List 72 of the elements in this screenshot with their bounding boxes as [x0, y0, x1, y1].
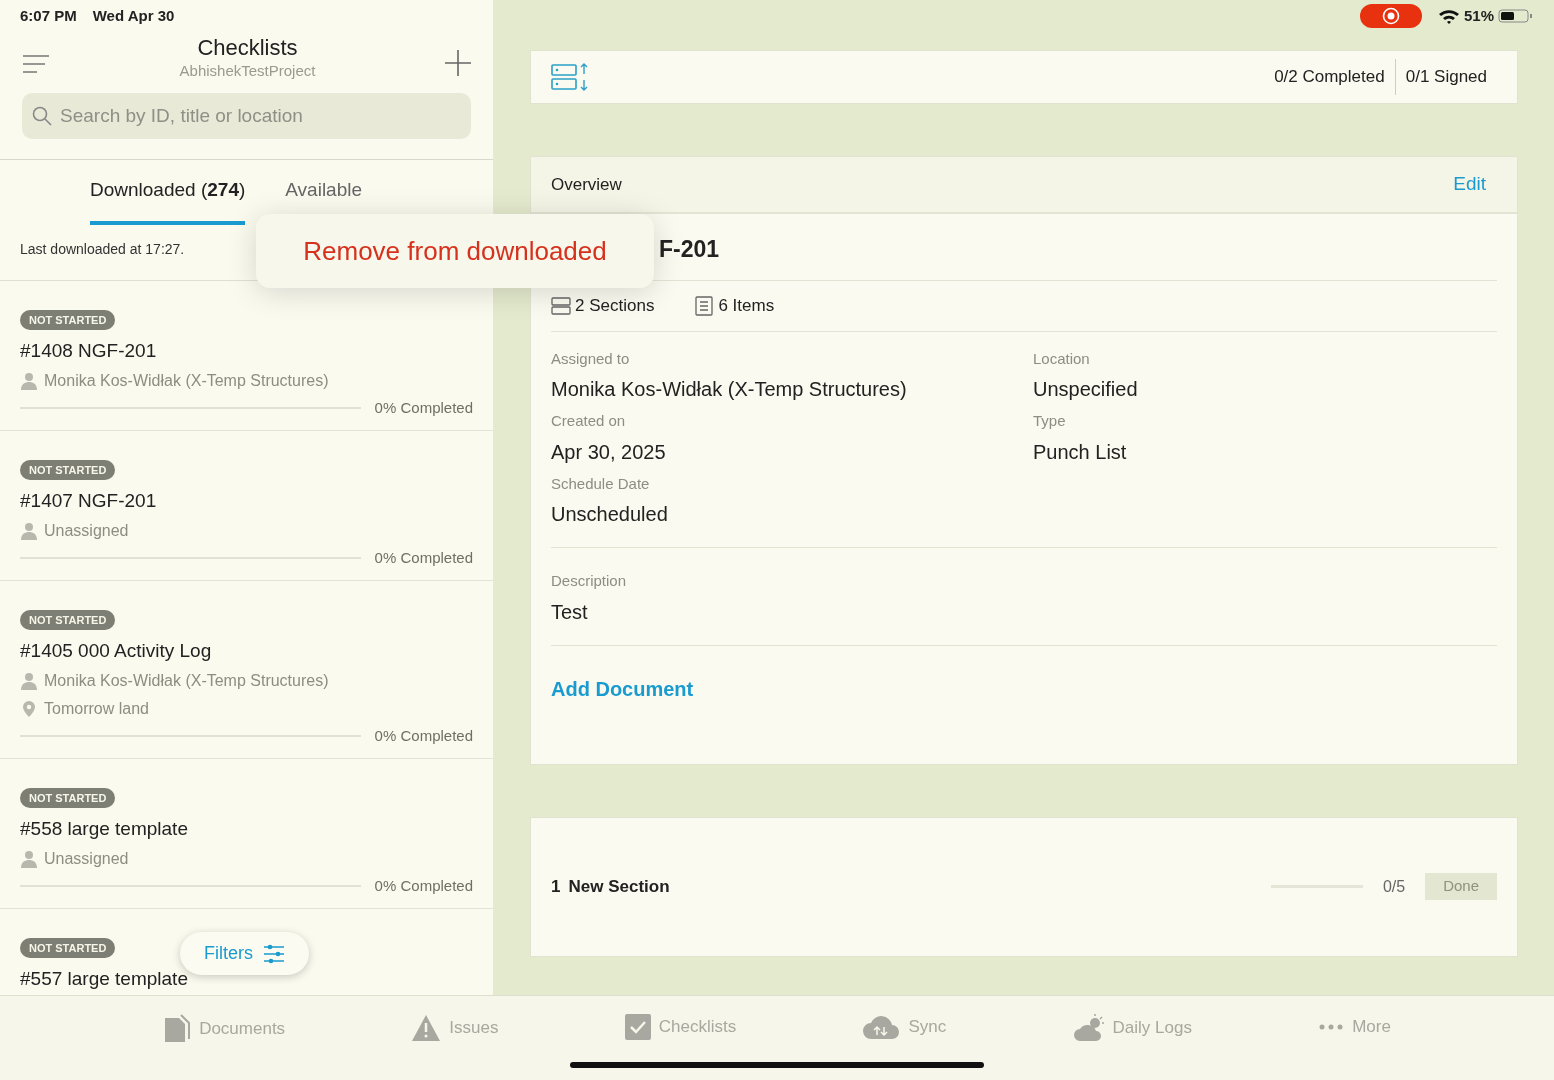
- overview-heading: Overview: [551, 173, 622, 196]
- document-icon: [163, 1014, 192, 1044]
- signed-count: 0/1 Signed: [1404, 66, 1488, 89]
- filter-sliders-icon: [263, 942, 285, 965]
- tab[interactable]: Downloaded (274): [90, 176, 246, 225]
- field-label: Created on: [551, 411, 627, 431]
- battery-icon: [1498, 8, 1534, 24]
- add-document-link[interactable]: Add Document: [551, 673, 694, 704]
- field-label: Assigned to: [551, 348, 631, 369]
- sidebar-title: Checklists: [196, 36, 299, 61]
- cloud-icon: [862, 1014, 901, 1040]
- field-value: Test: [551, 599, 589, 625]
- checklist-title[interactable]: #1405 000 Activity Log: [20, 636, 473, 666]
- checkbox-icon: [624, 1014, 651, 1040]
- field-value: Punch List: [1033, 439, 1128, 465]
- items-count: 6 Items: [718, 295, 775, 317]
- add-icon[interactable]: [445, 50, 471, 76]
- checklist-title[interactable]: #1407 NGF-201: [20, 486, 473, 516]
- field-value: Monika Kos-Widłak (X-Temp Structures): [551, 377, 908, 402]
- person-icon: [20, 372, 38, 391]
- sections-count: 2 Sections: [575, 295, 655, 317]
- sections-icon: [551, 295, 571, 316]
- cloud-sun-icon: [1072, 1014, 1105, 1042]
- filters-button[interactable]: Filters: [180, 932, 309, 975]
- completed-count: 0/2 Completed: [1273, 66, 1386, 89]
- field-value: Apr 30, 2025: [551, 439, 667, 465]
- field-value: Unspecified: [1033, 377, 1139, 402]
- status-badge: NOT STARTED: [20, 609, 116, 631]
- tab[interactable]: Available: [285, 176, 363, 225]
- field-label: Description: [551, 571, 628, 591]
- person-icon: [20, 672, 38, 691]
- tab-bar-item[interactable]: Checklists: [624, 1014, 737, 1040]
- progress-text: 0% Completed: [374, 726, 473, 747]
- list-icon: [694, 295, 715, 316]
- progress-text: 0% Completed: [374, 548, 473, 569]
- assignee-name: Unassigned: [44, 849, 129, 870]
- field-label: Type: [1033, 411, 1067, 431]
- progress-text: 0% Completed: [374, 876, 473, 897]
- location-name: Tomorrow land: [44, 699, 149, 720]
- search-field[interactable]: Search by ID, title or location: [22, 92, 471, 139]
- tab-bar-item[interactable]: Issues: [411, 1014, 499, 1042]
- assignee-name: Unassigned: [44, 521, 129, 542]
- status-badge: NOT STARTED: [20, 309, 116, 331]
- edit-link[interactable]: Edit: [1452, 169, 1487, 200]
- section-count: 0/5: [1382, 876, 1406, 897]
- field-value: Unscheduled: [551, 502, 669, 527]
- wifi-icon: [1437, 8, 1460, 24]
- status-badge: NOT STARTED: [20, 787, 116, 809]
- tab-bar-item[interactable]: More: [1318, 1014, 1391, 1040]
- tab-bar-item[interactable]: Documents: [163, 1014, 286, 1044]
- battery-percent: 51%: [1463, 5, 1494, 26]
- status-time: 6:07 PM: [20, 5, 77, 26]
- person-icon: [20, 522, 38, 541]
- assignee-name: Monika Kos-Widłak (X-Temp Structures): [44, 671, 329, 692]
- menu-icon[interactable]: [22, 54, 50, 74]
- checklist-title[interactable]: #558 large template: [20, 814, 473, 844]
- project-name: AbhishekTestProject: [179, 61, 316, 82]
- field-label: Schedule Date: [551, 473, 651, 494]
- progress-text: 0% Completed: [374, 398, 473, 419]
- status-date: Wed Apr 30: [92, 5, 175, 26]
- assignee-name: Monika Kos-Widłak (X-Temp Structures): [44, 371, 329, 392]
- section-number: 1: [551, 875, 561, 898]
- checklist-title[interactable]: #1408 NGF-201: [20, 336, 473, 366]
- status-badge: NOT STARTED: [20, 937, 116, 959]
- tab-bar-item[interactable]: Sync: [862, 1014, 947, 1040]
- warning-icon: [411, 1014, 442, 1042]
- location-pin-icon: [20, 700, 38, 719]
- field-label: Location: [1033, 348, 1091, 369]
- tab-bar-item[interactable]: Daily Logs: [1072, 1014, 1192, 1042]
- person-icon: [20, 850, 38, 869]
- status-badge: NOT STARTED: [20, 459, 116, 481]
- more-icon: [1318, 1022, 1345, 1031]
